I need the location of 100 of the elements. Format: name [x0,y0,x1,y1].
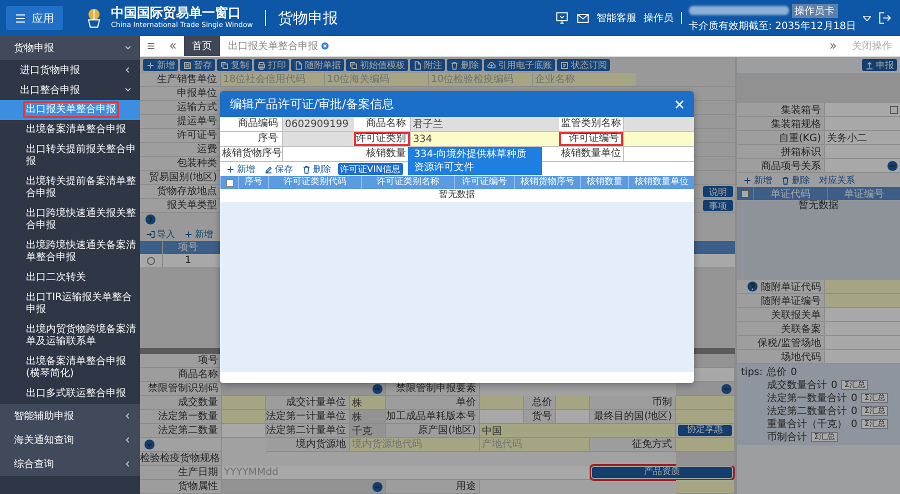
toolbar-button[interactable]: 新增 [224,163,257,175]
sum-button[interactable]: Σ汇总 [811,432,838,442]
input-field[interactable] [825,103,900,116]
menu-item[interactable]: 出境备案清单整合申报 [0,120,140,140]
toolbar-button[interactable]: 新增 [741,174,774,186]
input-field[interactable] [222,410,265,423]
toolbar-button[interactable]: 附注 [410,59,445,71]
menu-item[interactable]: 智能辅助申报 [0,404,140,428]
input-field[interactable] [222,396,265,409]
menu-item[interactable]: 出口多式联运整合申报 [0,384,140,404]
menu-item[interactable]: 海关通知查询 [0,428,140,452]
sum-button[interactable]: Σ汇总 [861,393,888,403]
tab[interactable]: 首页 [184,36,220,56]
input-field[interactable]: 0602909199 [283,117,357,131]
menu-item[interactable]: 出口二次转关 [0,268,140,288]
toolbar-button[interactable]: 新增 [143,59,178,71]
input-field[interactable] [222,424,265,437]
logout-icon[interactable] [878,11,892,25]
input-field[interactable] [825,294,900,307]
toolbar-button[interactable]: 删除 [779,174,812,186]
input-field[interactable] [283,132,357,146]
input-field[interactable] [676,452,734,465]
input-field[interactable] [222,480,385,493]
toolbar-button[interactable]: 打印 [254,59,289,71]
toolbar-button[interactable]: 导入 [144,228,177,240]
close-icon[interactable] [321,42,329,50]
apps-button[interactable]: 应用 [6,6,63,30]
toolbar-button[interactable]: 保存 [262,163,295,175]
input-field[interactable] [825,336,900,349]
input-field[interactable] [825,350,900,363]
menu-item[interactable]: 货物申报 [0,36,140,60]
help-icon[interactable] [747,281,758,292]
input-field[interactable] [676,480,734,493]
toolbar-button[interactable]: 许可证VIN信息 [338,163,403,175]
dropdown-option[interactable]: 334-向境外提供林草种质资源许可文件 [408,147,542,175]
input-field[interactable] [624,132,694,146]
toolbar-button[interactable]: 引用电子底账 [484,59,555,71]
input-field[interactable]: 株 [350,410,385,423]
toolbar-button[interactable]: 状态订阅 [557,59,610,71]
input-field[interactable]: YYYYMMdd [222,466,589,479]
caret-icon[interactable] [863,16,871,20]
submit-button[interactable]: 申报 [862,59,897,71]
input-field[interactable]: 334 [411,132,562,146]
action-button[interactable]: 协定享惠 [678,425,732,436]
sum-button[interactable]: Σ汇总 [861,419,888,429]
input-field[interactable]: 中国 [480,424,675,437]
input-field[interactable] [825,117,900,130]
sum-button[interactable]: Σ汇总 [841,380,868,390]
toolbar-button[interactable]: 新增 [182,228,215,240]
input-field[interactable] [676,396,734,409]
menu-item[interactable]: 出口整合申报 [0,80,140,100]
close-icon[interactable] [675,100,684,108]
side-button[interactable]: 事项 [703,200,733,211]
menu-item[interactable]: 综合查询 [0,452,140,476]
input-field[interactable] [624,117,694,131]
customer-service-link[interactable]: 智能客服 [596,11,637,25]
input-field[interactable]: 君子兰 [411,117,562,131]
monitor-icon[interactable] [554,11,569,25]
expand-icon[interactable] [144,439,155,450]
sum-button[interactable]: Σ汇总 [861,406,888,416]
expand-icon[interactable] [145,214,156,225]
checkbox[interactable] [741,190,749,198]
input-field[interactable] [676,438,734,451]
minus-icon[interactable] [372,383,383,394]
mail-icon[interactable] [576,11,590,25]
input-field[interactable] [825,322,900,335]
menu-item[interactable]: 出境转关提前备案清单整合申报 [0,172,140,204]
input-field[interactable] [283,147,357,161]
input-field[interactable] [480,410,523,423]
input-field[interactable]: 株 [350,396,385,409]
menu-item[interactable]: 进口货物申报 [0,60,140,80]
input-field[interactable] [556,410,589,423]
side-button[interactable]: 说明 [703,186,733,197]
input-field[interactable]: 关务小二 [825,131,900,144]
input-field[interactable] [825,280,900,293]
menu-item[interactable]: 出口TIR运输报关单整合申报 [0,288,140,320]
minus-icon[interactable] [372,481,383,492]
input-field[interactable] [676,410,734,423]
toolbar-button[interactable]: 初始值模板 [346,59,408,71]
menu-item[interactable]: 出境备案清单整合申报(横琴简化) [0,352,140,384]
input-field[interactable] [825,145,900,158]
action-button[interactable]: 产品资质 [592,467,732,478]
input-field[interactable] [624,147,694,161]
radio-button[interactable] [147,256,155,264]
input-field[interactable] [556,396,589,409]
input-field[interactable] [480,396,523,409]
menu-item[interactable]: 出口报关单整合申报 [0,100,140,120]
menu-item[interactable]: 出境内贸货物跨境备案清单及运输联系单 [0,320,140,352]
minus-icon[interactable] [887,160,898,171]
menu-item[interactable]: 出口转关提前报关整合申报 [0,140,140,172]
menu-item[interactable]: 出口跨境快速通关报关整合申报 [0,204,140,236]
toolbar-button[interactable]: 删除 [300,163,333,175]
toolbar-button[interactable]: 删除 [447,59,482,71]
toolbar-button[interactable]: 复制 [217,59,252,71]
menu-item[interactable]: 出境跨境快速通关备案清单整合申报 [0,236,140,268]
toolbar-button[interactable]: 随附单据 [291,59,344,71]
checkbox[interactable] [226,178,234,186]
toolbar-button[interactable]: 对应关系 [817,174,857,186]
input-field[interactable] [825,308,900,321]
toolbar-button[interactable]: 暂存 [180,59,215,71]
